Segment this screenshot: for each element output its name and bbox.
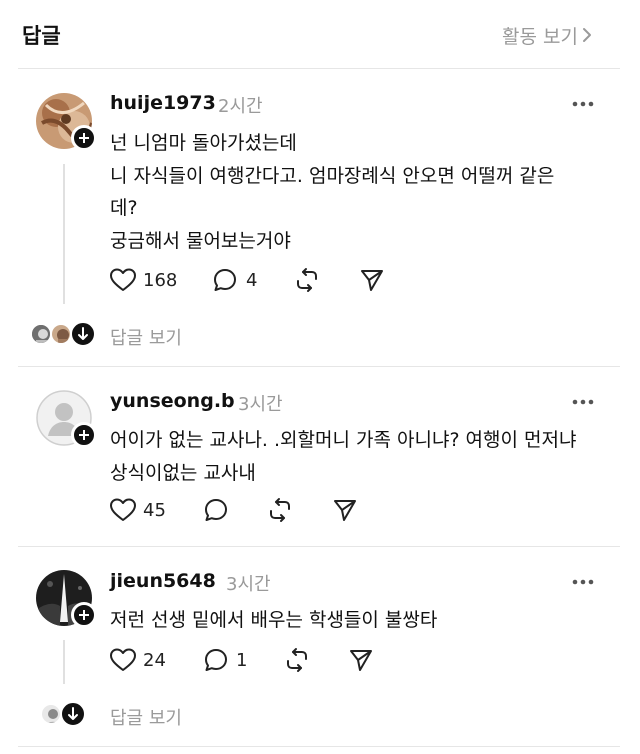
comment-text-line: 저런 선생 밑에서 배우는 학생들이 불쌍타 [110, 609, 438, 631]
reply-count: 1 [236, 650, 248, 671]
more-icon[interactable] [572, 399, 594, 405]
follow-button[interactable] [71, 602, 97, 628]
divider [18, 546, 620, 547]
comment-text-line: 궁금해서 물어보는거야 [110, 230, 291, 252]
timestamp: 3시간 [238, 394, 283, 415]
username[interactable]: jieun5648 [110, 570, 216, 592]
username[interactable]: huije1973 [110, 92, 216, 114]
heart-icon[interactable] [109, 497, 137, 523]
more-icon[interactable] [572, 101, 594, 107]
comment-text-line: 니 자식들이 여행간다고. 엄마장례식 안오면 어떨꺼 같은 [110, 165, 555, 187]
view-replies-link[interactable]: 답글 보기 [110, 324, 182, 350]
repost-icon[interactable] [284, 647, 310, 673]
reply-count: 4 [246, 270, 258, 291]
comment-icon[interactable] [212, 267, 238, 293]
comment-text-line: 어이가 없는 교사나. .외할머니 가족 아니냐? 여행이 먼저냐 [110, 429, 577, 451]
heart-icon[interactable] [109, 267, 137, 293]
follow-button[interactable] [71, 422, 97, 448]
send-icon[interactable] [332, 497, 358, 523]
reply-avatar [40, 703, 62, 725]
reply-avatar [50, 323, 72, 345]
divider [18, 746, 620, 747]
divider [18, 68, 620, 69]
like-count: 24 [143, 650, 166, 671]
send-icon[interactable] [348, 647, 374, 673]
like-count: 168 [143, 270, 178, 291]
comment-text-line: 상식이없는 교사내 [110, 462, 256, 484]
comment-text-line: 넌 니엄마 돌아가셨는데 [110, 132, 297, 154]
like-count: 45 [143, 500, 166, 521]
plus-icon [79, 610, 89, 620]
repost-icon[interactable] [267, 497, 293, 523]
arrow-down-icon [78, 327, 88, 340]
down-arrow-badge[interactable] [60, 701, 86, 727]
view-replies-link[interactable]: 답글 보기 [110, 704, 182, 730]
timestamp: 2시간 [218, 96, 263, 117]
send-icon[interactable] [359, 267, 385, 293]
comment-icon[interactable] [203, 647, 229, 673]
arrow-down-icon [68, 707, 78, 720]
repost-icon[interactable] [294, 267, 320, 293]
username[interactable]: yunseong.b [110, 390, 235, 412]
timestamp: 3시간 [226, 574, 271, 595]
header: 답글 활동 보기 [0, 0, 640, 70]
more-icon[interactable] [572, 579, 594, 585]
comment-icon[interactable] [203, 497, 229, 523]
plus-icon [79, 133, 89, 143]
chevron-right-icon[interactable] [580, 26, 594, 44]
down-arrow-badge[interactable] [70, 321, 96, 347]
follow-button[interactable] [71, 125, 97, 151]
reply-avatar [30, 323, 52, 345]
thread-line [63, 164, 65, 304]
page-title: 답글 [22, 24, 61, 48]
thread-line [63, 640, 65, 684]
comment-text-line: 데? [110, 197, 138, 219]
activity-link[interactable]: 활동 보기 [502, 22, 578, 49]
heart-icon[interactable] [109, 647, 137, 673]
plus-icon [79, 430, 89, 440]
divider [18, 366, 620, 367]
